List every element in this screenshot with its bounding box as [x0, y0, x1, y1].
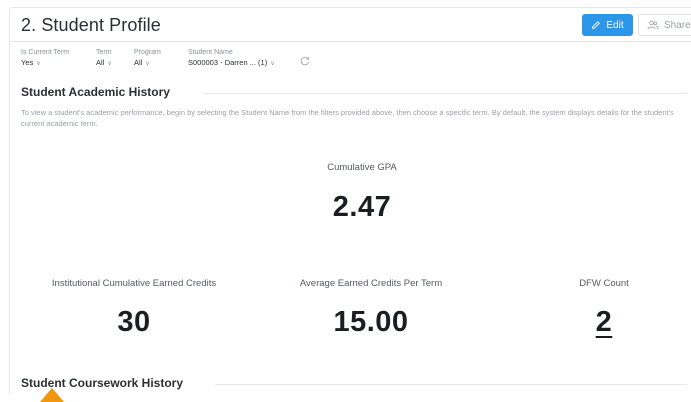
- filter-value: S000003 - Darren ... (1): [188, 58, 268, 67]
- chevron-down-icon: ∨: [36, 61, 41, 67]
- filter-program[interactable]: Program All ∨: [134, 48, 161, 69]
- filter-term[interactable]: Term All ∨: [96, 48, 112, 69]
- pointer-cursor-icon: [40, 388, 64, 402]
- people-icon: [647, 20, 659, 30]
- dfw-count-value[interactable]: 2: [524, 306, 684, 339]
- page-title: 2. Student Profile: [21, 15, 161, 35]
- filter-is-current-term[interactable]: Is Current Term Yes ∨: [21, 48, 69, 69]
- filter-label: Program: [134, 49, 161, 56]
- pencil-icon: [592, 21, 601, 30]
- filter-label: Student Name: [188, 49, 233, 56]
- refresh-icon[interactable]: [300, 56, 310, 66]
- dashboard-frame: 2. Student Profile Edit Share Is Current…: [9, 7, 691, 394]
- share-button[interactable]: Share: [638, 14, 691, 36]
- filter-label: Is Current Term: [21, 49, 70, 56]
- dfw-count-label: DFW Count: [579, 278, 629, 289]
- section-divider: [215, 384, 687, 385]
- chevron-down-icon: ∨: [107, 61, 112, 67]
- share-button-label: Share: [664, 19, 691, 31]
- filter-value: All: [96, 58, 105, 67]
- filter-value: Yes: [21, 58, 34, 67]
- avg-credits-value: 15.00: [333, 306, 409, 338]
- earned-credits-label: Institutional Cumulative Earned Credits: [51, 278, 217, 289]
- chevron-down-icon: ∨: [270, 61, 275, 67]
- filter-bar: Is Current Term Yes ∨ Term All ∨ Program A…: [10, 48, 691, 78]
- edit-button-label: Edit: [606, 19, 624, 31]
- section-divider: [203, 93, 687, 94]
- academic-history-description: To view a student's academic performance…: [21, 108, 674, 128]
- gpa-label: Cumulative GPA: [327, 162, 397, 173]
- dfw-count-link[interactable]: 2: [596, 306, 613, 338]
- gpa-value: 2.47: [332, 191, 392, 223]
- academic-history-title: Student Academic History: [21, 85, 170, 99]
- edit-button[interactable]: Edit: [582, 14, 633, 36]
- page-header: 2. Student Profile Edit Share: [10, 8, 691, 42]
- filter-student-name[interactable]: Student Name S000003 - Darren ... (1) ∨: [188, 48, 275, 69]
- chevron-down-icon: ∨: [145, 61, 150, 67]
- filter-label: Term: [96, 49, 112, 56]
- earned-credits-value: 30: [117, 306, 151, 338]
- filter-value: All: [134, 58, 143, 67]
- avg-credits-label: Average Earned Credits Per Term: [299, 278, 443, 289]
